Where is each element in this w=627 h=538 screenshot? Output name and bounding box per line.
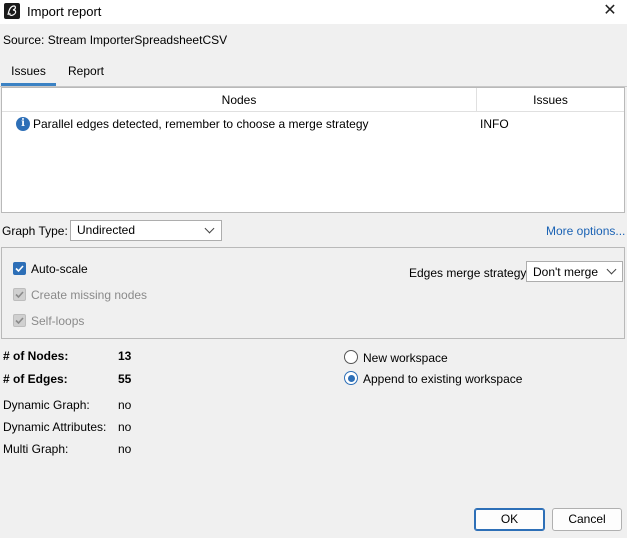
- cancel-button[interactable]: Cancel: [552, 508, 622, 531]
- app-icon: [4, 3, 20, 19]
- new-workspace-label[interactable]: New workspace: [363, 351, 448, 365]
- graph-type-label: Graph Type:: [2, 224, 68, 238]
- column-header-nodes[interactable]: Nodes: [2, 88, 477, 112]
- edges-count-label: # of Edges:: [3, 372, 68, 386]
- create-missing-nodes-label: Create missing nodes: [31, 288, 148, 302]
- new-workspace-radio[interactable]: [344, 350, 358, 364]
- source-row: Source: Stream ImporterSpreadsheetCSV: [3, 33, 227, 47]
- nodes-count-label: # of Nodes:: [3, 349, 69, 363]
- append-workspace-label[interactable]: Append to existing workspace: [363, 372, 522, 386]
- edges-count-value: 55: [118, 372, 132, 386]
- options-panel: Auto-scale Create missing nodes Self-loo…: [1, 247, 625, 339]
- window-title: Import report: [27, 4, 102, 19]
- edges-merge-label: Edges merge strategy:: [409, 266, 530, 280]
- multi-graph-label: Multi Graph:: [3, 442, 69, 456]
- auto-scale-checkbox[interactable]: [13, 262, 26, 275]
- issues-table[interactable]: Nodes Issues i Parallel edges detected, …: [1, 87, 625, 213]
- graph-type-select[interactable]: Undirected: [70, 220, 222, 241]
- dynamic-graph-value: no: [118, 398, 132, 412]
- auto-scale-label[interactable]: Auto-scale: [31, 262, 88, 276]
- chevron-down-icon: [204, 223, 215, 234]
- dynamic-attributes-label: Dynamic Attributes:: [3, 420, 107, 434]
- source-value: Stream ImporterSpreadsheetCSV: [47, 33, 228, 47]
- radio-selected-dot: [347, 374, 355, 382]
- issue-message: Parallel edges detected, remember to cho…: [33, 117, 369, 131]
- table-row[interactable]: i Parallel edges detected, remember to c…: [2, 112, 624, 136]
- edges-merge-select[interactable]: Don't merge: [526, 261, 623, 282]
- self-loops-label: Self-loops: [31, 314, 85, 328]
- graph-type-value: Undirected: [77, 223, 136, 237]
- dynamic-attributes-value: no: [118, 420, 132, 434]
- nodes-count-value: 13: [118, 349, 132, 363]
- dynamic-graph-label: Dynamic Graph:: [3, 398, 90, 412]
- chevron-down-icon: [606, 264, 617, 275]
- column-header-issues[interactable]: Issues: [477, 88, 624, 112]
- close-icon[interactable]: ✕: [600, 1, 620, 21]
- info-icon: i: [16, 117, 30, 131]
- source-label: Source:: [3, 33, 45, 47]
- multi-graph-value: no: [118, 442, 132, 456]
- edges-merge-value: Don't merge: [533, 265, 598, 279]
- issue-level: INFO: [480, 117, 509, 131]
- tab-report[interactable]: Report: [68, 60, 104, 82]
- ok-button[interactable]: OK: [474, 508, 545, 531]
- append-workspace-radio[interactable]: [344, 371, 358, 385]
- self-loops-checkbox: [13, 314, 26, 327]
- more-options-link[interactable]: More options...: [546, 224, 625, 238]
- create-missing-nodes-checkbox: [13, 288, 26, 301]
